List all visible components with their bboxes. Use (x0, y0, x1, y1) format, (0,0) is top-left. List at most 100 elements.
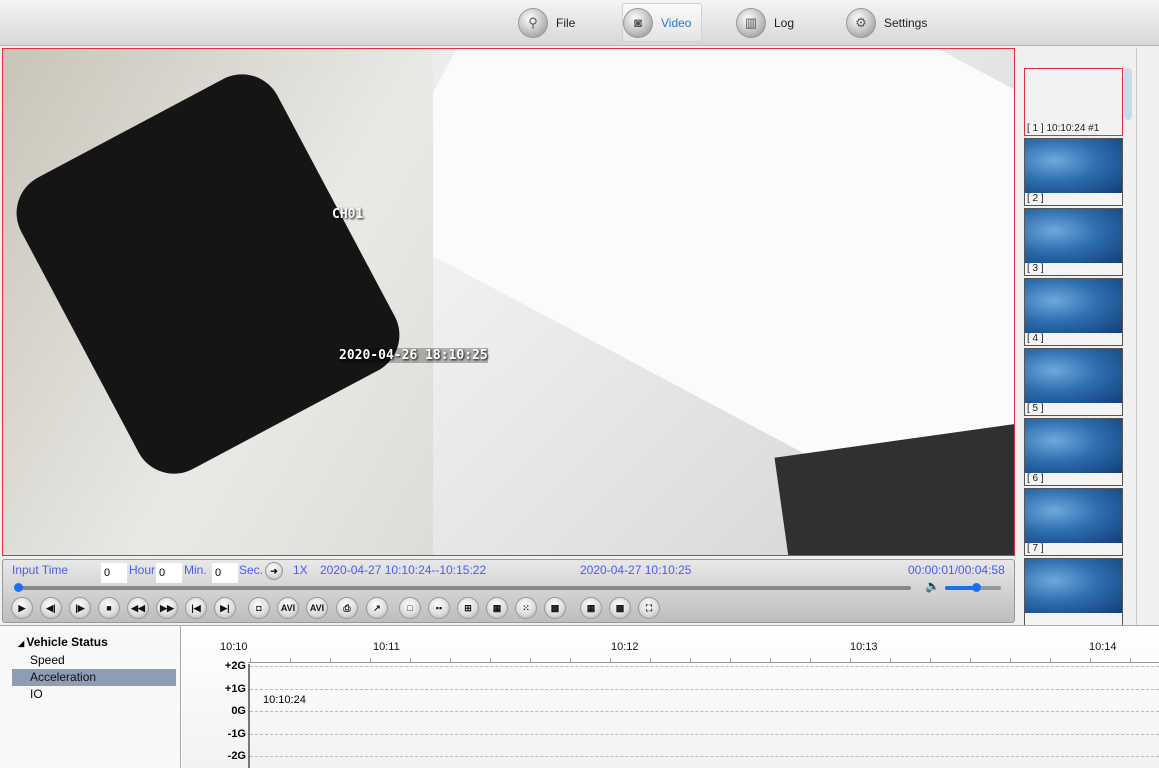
4-split-icon: ⊞ (464, 602, 472, 613)
2-split-button[interactable]: ▪▪ (428, 597, 450, 619)
thumbnail-image (1025, 489, 1122, 543)
x-tick-label: 10:14 (1089, 641, 1117, 653)
sec-input[interactable] (212, 563, 238, 583)
thumbnail-7[interactable]: [ 7 ] (1024, 488, 1123, 556)
play-icon: ▶ (18, 602, 26, 613)
tree-item-io[interactable]: IO (12, 686, 176, 703)
hour-label: Hour (129, 563, 156, 577)
avi-button[interactable]: AVI (277, 597, 299, 619)
25-split-button[interactable]: ▩ (609, 597, 631, 619)
tab-file[interactable]: ⚲ File (518, 3, 585, 42)
thumbnail-label: [ 5 ] (1027, 403, 1044, 414)
tab-label: Log (774, 15, 795, 30)
step-back-icon: ◀| (46, 602, 56, 613)
avi-icon: AVI (280, 603, 296, 613)
skip-end-button[interactable]: ▶| (214, 597, 236, 619)
x-tick (450, 658, 451, 662)
gridline (250, 666, 1159, 667)
y-tick-label: -1G (227, 727, 246, 740)
9-split-button[interactable]: ⁙ (515, 597, 537, 619)
thumbnail-5[interactable]: [ 5 ] (1024, 348, 1123, 416)
x-tick (410, 658, 411, 662)
thumbnail-3[interactable]: [ 3 ] (1024, 208, 1123, 276)
step-back-button[interactable]: ◀| (40, 597, 62, 619)
thumbnail-label: [ 4 ] (1027, 333, 1044, 344)
chart-annotation: 10:10:24 (263, 694, 306, 706)
tree-item-acceleration[interactable]: Acceleration (12, 669, 176, 686)
chart-icon: ↗ (373, 602, 381, 613)
4-split-button[interactable]: ⊞ (457, 597, 479, 619)
chart-button[interactable]: ↗ (366, 597, 388, 619)
thumbnail-6[interactable]: [ 6 ] (1024, 418, 1123, 486)
tree-item-speed[interactable]: Speed (12, 652, 176, 669)
gear-icon: ⚙ (846, 7, 876, 38)
x-tick (690, 658, 691, 662)
step-forward-button[interactable]: |▶ (69, 597, 91, 619)
9-split-icon: ⁙ (522, 602, 530, 613)
tab-video[interactable]: ◙ Video (622, 3, 703, 42)
play-button[interactable]: ▶ (11, 597, 33, 619)
elapsed-time: 00:00:01/00:04:58 (908, 563, 1005, 577)
progress-slider[interactable] (13, 583, 911, 592)
thumbnail-image (1025, 419, 1122, 473)
volume-icon[interactable]: 🔈 (925, 579, 940, 593)
print-icon: ⎙ (343, 602, 351, 613)
snapshot-button[interactable]: ◘ (248, 597, 270, 619)
current-time: 2020-04-27 10:10:25 (580, 563, 692, 577)
x-tick-label: 10:11 (373, 641, 400, 653)
thumbnail-label: [ 7 ] (1027, 543, 1044, 554)
thumbnail-label: [ 2 ] (1027, 193, 1044, 204)
rewind-icon: ◀◀ (131, 602, 145, 613)
thumbnail-panel: [ 1 ] 10:10:24 #1 [ 2 ] [ 3 ] [ 4 ] [ 5 ] [ 6… (1017, 48, 1137, 626)
print-button[interactable]: ⎙ (336, 597, 358, 619)
fullscreen-button[interactable]: ⛶ (638, 597, 660, 619)
volume-slider[interactable] (945, 583, 1001, 592)
tab-label: File (556, 15, 576, 30)
x-tick (1050, 658, 1051, 662)
x-tick (970, 658, 971, 662)
x-tick (290, 658, 291, 662)
thumbnail-4[interactable]: [ 4 ] (1024, 278, 1123, 346)
thumbnail-8[interactable] (1024, 558, 1123, 626)
tab-label: Video (661, 15, 692, 30)
sec-label: Sec. (239, 563, 264, 577)
x-tick (650, 658, 651, 662)
thumbnail-label: [ 1 ] 10:10:24 #1 (1027, 123, 1100, 134)
stop-button[interactable]: ■ (98, 597, 120, 619)
skip-start-button[interactable]: |◀ (185, 597, 207, 619)
thumbnail-2[interactable]: [ 2 ] (1024, 138, 1123, 206)
go-button[interactable]: ➜ (265, 562, 283, 580)
x-tick (930, 658, 931, 662)
x-tick (570, 658, 571, 662)
speed-label: 1X (293, 563, 308, 577)
12-split-icon: ▩ (550, 602, 560, 613)
avi-icon: AVI (309, 603, 325, 613)
video-player[interactable]: CH01 2020-04-26 18:10:25 (2, 48, 1015, 556)
1-split-button[interactable]: □ (399, 597, 421, 619)
hour-input[interactable] (101, 563, 127, 583)
16-split-button[interactable]: ▦ (580, 597, 602, 619)
video-timestamp: 2020-04-26 18:10:25 (339, 348, 488, 363)
12-split-button[interactable]: ▩ (544, 597, 566, 619)
x-tick-label: 10:12 (611, 641, 639, 653)
x-tick (1130, 658, 1131, 662)
avi-button[interactable]: AVI (306, 597, 328, 619)
snapshot-icon: ◘ (256, 603, 262, 613)
scrollbar-thumb[interactable] (1124, 68, 1132, 120)
rewind-button[interactable]: ◀◀ (127, 597, 149, 619)
fast-forward-button[interactable]: ▶▶ (156, 597, 178, 619)
min-input[interactable] (156, 563, 182, 583)
tree-root[interactable]: ◢ Vehicle Status (12, 634, 176, 651)
status-panel: ◢ Vehicle Status Speed Acceleration IO 1… (0, 625, 1159, 768)
tab-settings[interactable]: ⚙ Settings (846, 3, 937, 42)
thumbnail-image (1025, 349, 1122, 403)
thumbnail-image (1025, 209, 1122, 263)
tab-log[interactable]: ▥ Log (736, 3, 804, 42)
progress-knob[interactable] (13, 583, 23, 592)
thumbnail-1[interactable]: [ 1 ] 10:10:24 #1 (1024, 68, 1123, 136)
x-tick (730, 658, 731, 662)
y-tick-label: +2G (224, 660, 246, 672)
6-split-button[interactable]: ▦ (486, 597, 508, 619)
gridline (250, 756, 1159, 757)
x-tick (770, 658, 771, 662)
